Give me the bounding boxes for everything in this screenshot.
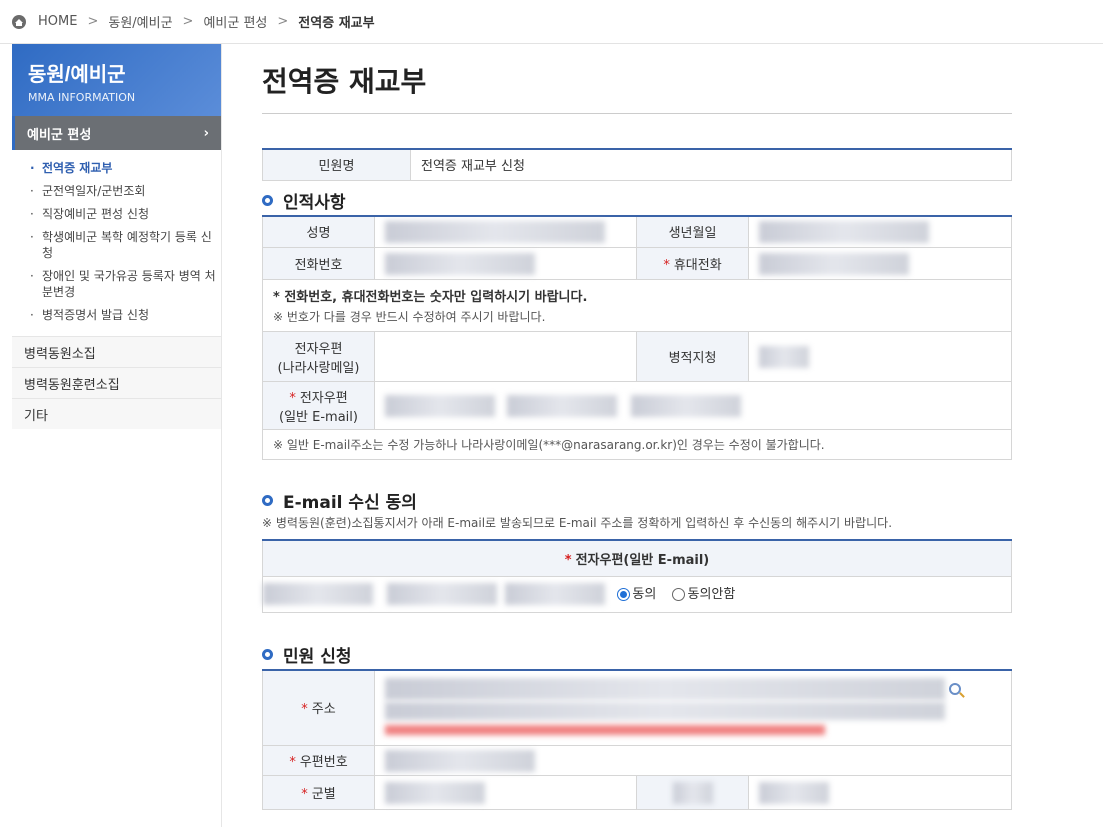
breadcrumb-home[interactable]: HOME xyxy=(38,14,77,29)
section-consent: E-mail 수신 동의 xyxy=(262,486,1012,514)
consent-email-id[interactable] xyxy=(263,583,373,606)
personal-table: 성명 생년월일 전화번호 * 휴대전화 * 전화번호, 휴대전화번호는 숫자만 입… xyxy=(262,214,1012,460)
email-label: 전자우편 xyxy=(299,390,348,406)
phone-label: 전화번호 xyxy=(262,247,375,280)
epost-value xyxy=(374,331,637,382)
section-apply: 민원 신청 xyxy=(262,641,1012,669)
sidebar-title: 동원/예비군 xyxy=(28,64,126,86)
required-mark: * xyxy=(301,787,308,802)
rank-label xyxy=(672,781,713,804)
breadcrumb-item[interactable]: 동원/예비군 xyxy=(108,12,172,31)
zip-value xyxy=(385,749,535,772)
sidebar-subitem[interactable]: 병적증명서 발급 신청 xyxy=(30,307,221,323)
civil-label: 민원명 xyxy=(262,148,411,181)
epost-sublabel: (나라사랑메일) xyxy=(277,360,360,376)
consent-email-domain[interactable] xyxy=(387,583,498,606)
sidebar-subitem[interactable]: 군전역일자/군번조회 xyxy=(30,183,221,199)
sidebar-subitem[interactable]: 전역증 재교부 xyxy=(30,160,221,176)
name-value xyxy=(385,220,605,243)
section-title: 인적사항 xyxy=(283,193,346,213)
sidebar-item-label: 예비군 편성 xyxy=(27,127,92,143)
address-input[interactable] xyxy=(385,678,945,701)
agree-option[interactable]: 동의 xyxy=(617,587,656,602)
email-id-input[interactable] xyxy=(385,394,495,417)
email-note: ※ 일반 E-mail주소는 수정 가능하나 나라사랑이메일(***@naras… xyxy=(262,429,1012,460)
sidebar-sub-list: 전역증 재교부 군전역일자/군번조회 직장예비군 편성 신청 학생예비군 복학 … xyxy=(12,150,221,336)
address-label: 주소 xyxy=(311,702,336,718)
breadcrumb-item[interactable]: 예비군 편성 xyxy=(203,12,267,31)
mobile-label: 휴대전화 xyxy=(673,258,722,273)
phone-note: * 전화번호, 휴대전화번호는 숫자만 입력하시기 바랍니다. xyxy=(273,290,588,305)
sidebar-item-reserve-formation[interactable]: 예비군 편성 › xyxy=(12,116,221,150)
bullet-icon xyxy=(262,649,273,660)
required-mark: * xyxy=(289,390,296,406)
sidebar-subitem[interactable]: 학생예비군 복학 예정학기 등록 신청 xyxy=(30,229,221,261)
office-label: 병적지청 xyxy=(636,331,749,382)
required-mark: * xyxy=(564,552,572,568)
phone-note-2: ※ 번호가 다를 경우 반드시 수정하여 주시기 바랍니다. xyxy=(273,310,546,324)
sidebar-header: 동원/예비군 MMA INFORMATION xyxy=(12,44,221,116)
zip-label: 우편번호 xyxy=(299,755,348,770)
main-content: 전역증 재교부 민원명 전역증 재교부 신청 인적사항 성명 생년월일 전화번호… xyxy=(222,44,1103,827)
birth-value xyxy=(759,220,929,243)
section-personal: 인적사항 xyxy=(262,187,1012,215)
civil-value: 전역증 재교부 신청 xyxy=(410,148,1012,181)
address-warning xyxy=(385,724,825,735)
sidebar-item-etc[interactable]: 기타 xyxy=(12,398,221,429)
home-icon[interactable] xyxy=(12,14,26,29)
breadcrumb-current: 전역증 재교부 xyxy=(298,16,375,31)
civil-table: 민원명 전역증 재교부 신청 xyxy=(262,148,1012,181)
chevron-right-icon: > xyxy=(277,14,289,29)
consent-table: * 전자우편(일반 E-mail) 동의 동의안함 xyxy=(262,539,1012,613)
section-title: E-mail 수신 동의 xyxy=(283,492,417,513)
consent-header: 전자우편(일반 E-mail) xyxy=(575,552,710,568)
radio-disagree[interactable] xyxy=(672,587,686,601)
sidebar-item-mobilization-training[interactable]: 병력동원훈련소집 xyxy=(12,367,221,398)
office-value xyxy=(759,345,809,368)
chevron-right-icon: > xyxy=(182,14,194,29)
search-icon[interactable] xyxy=(949,683,962,696)
consent-email-select[interactable] xyxy=(505,583,606,606)
sidebar-item-mobilization[interactable]: 병력동원소집 xyxy=(12,336,221,367)
apply-table: * 주소 * 우편번호 * 군별 xyxy=(262,668,1012,810)
bullet-icon xyxy=(262,195,273,206)
email-domain-select[interactable] xyxy=(631,394,742,417)
sidebar-subitem[interactable]: 장애인 및 국가유공 등록자 병역 처분변경 xyxy=(30,268,221,300)
branch-label: 군별 xyxy=(311,787,336,802)
rank-select[interactable] xyxy=(759,781,829,804)
address-detail-input[interactable] xyxy=(385,702,945,721)
chevron-right-icon: > xyxy=(87,14,99,29)
breadcrumb: HOME > 동원/예비군 > 예비군 편성 > 전역증 재교부 xyxy=(0,0,1103,44)
bullet-icon xyxy=(262,494,273,506)
epost-label: 전자우편 xyxy=(294,341,343,357)
branch-select[interactable] xyxy=(385,781,485,804)
page-title: 전역증 재교부 xyxy=(262,44,1012,114)
email-domain-input[interactable] xyxy=(507,394,618,417)
required-mark: * xyxy=(663,258,670,273)
sidebar-menu: 병력동원소집 병력동원훈련소집 기타 xyxy=(12,336,221,429)
section-title: 민원 신청 xyxy=(283,647,352,667)
phone-input[interactable] xyxy=(385,252,535,275)
required-mark: * xyxy=(301,702,308,718)
sidebar: 동원/예비군 MMA INFORMATION 예비군 편성 › 전역증 재교부 … xyxy=(0,44,222,827)
sidebar-subitem[interactable]: 직장예비군 편성 신청 xyxy=(30,206,221,222)
chevron-right-icon: › xyxy=(203,125,209,141)
sidebar-subtitle: MMA INFORMATION xyxy=(28,91,136,104)
radio-agree[interactable] xyxy=(617,587,631,601)
disagree-option[interactable]: 동의안함 xyxy=(672,587,735,602)
email-sublabel: (일반 E-mail) xyxy=(279,409,358,425)
birth-label: 생년월일 xyxy=(636,215,749,248)
name-label: 성명 xyxy=(262,215,375,248)
consent-note: ※ 병력동원(훈련)소집통지서가 아래 E-mail로 발송되므로 E-mail… xyxy=(262,516,893,530)
required-mark: * xyxy=(289,755,296,770)
mobile-input[interactable] xyxy=(759,252,909,275)
